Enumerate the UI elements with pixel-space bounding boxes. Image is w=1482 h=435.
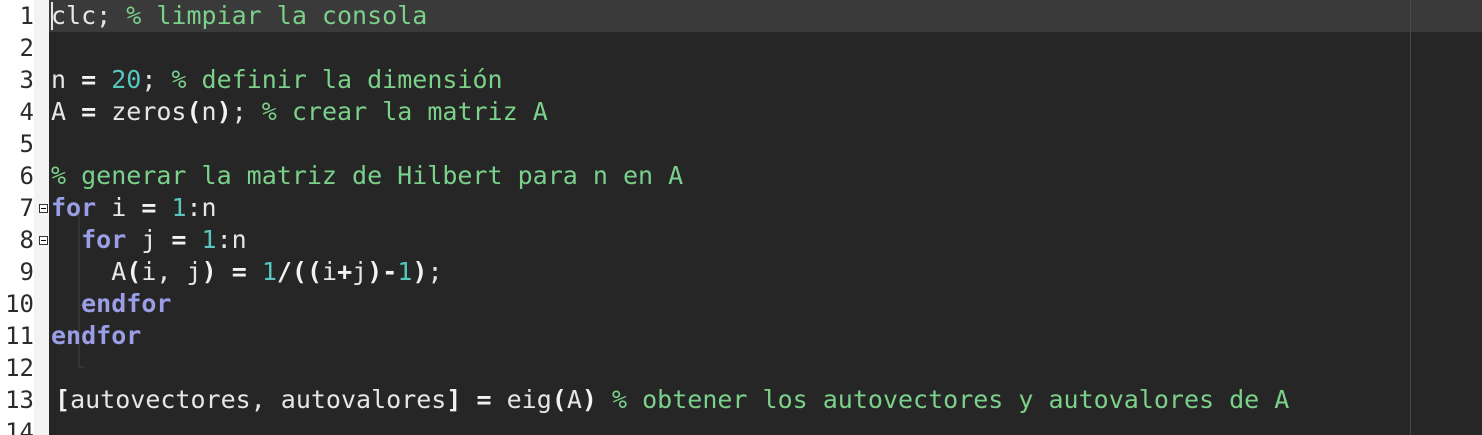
line-number: 10 — [5, 290, 34, 318]
keyword: for — [51, 193, 97, 222]
number-literal: 1 — [171, 193, 187, 222]
code-line-3[interactable]: n = 20; % definir la dimensión — [51, 64, 503, 96]
comment: % obtener los autovectores y autovalores… — [612, 385, 1290, 414]
number-literal: 1 — [261, 257, 277, 286]
operator: + — [337, 257, 353, 286]
fold-margin — [34, 0, 84, 435]
code-line-6[interactable]: % generar la matriz de Hilbert para n en… — [51, 160, 683, 192]
keyword: for — [81, 225, 127, 254]
line-number: 11 — [5, 322, 34, 350]
operator: = — [231, 257, 247, 286]
code-line-4[interactable]: A = zeros(n); % crear la matriz A — [51, 96, 548, 128]
line-number: 2 — [19, 34, 34, 62]
line-number: 14 — [5, 418, 34, 435]
line-number: 5 — [19, 130, 34, 158]
code-editor[interactable]: 1 2 3 4 5 6 7 8 9 10 11 12 13 14 clc; % … — [0, 0, 1482, 435]
line-number: 13 — [5, 386, 34, 414]
operator: [ — [55, 385, 71, 414]
number-literal: 20 — [111, 65, 142, 94]
line-number: 6 — [19, 162, 34, 190]
number-literal: 1 — [397, 257, 413, 286]
line-number: 1 — [19, 2, 34, 30]
code-line-10[interactable]: endfor — [51, 288, 171, 320]
code-line-8[interactable]: for j = 1:n — [51, 224, 247, 256]
operator: ) — [216, 97, 232, 126]
code-line-11[interactable]: endfor — [51, 320, 141, 352]
comment: % crear la matriz A — [261, 97, 548, 126]
operator: /(( — [276, 257, 323, 286]
fold-collapse-icon[interactable] — [39, 236, 48, 245]
text-cursor — [51, 2, 53, 30]
operator: ) — [201, 257, 217, 286]
operator: ) — [412, 257, 428, 286]
operator: ( — [551, 385, 567, 414]
operator: ( — [186, 97, 202, 126]
keyword: endfor — [81, 289, 172, 318]
number-literal: 1 — [201, 225, 217, 254]
operator: = — [171, 225, 187, 254]
comment: % limpiar la consola — [126, 1, 428, 30]
operator: = — [81, 65, 97, 94]
operator: ) — [581, 385, 597, 414]
operator: ] — [446, 385, 462, 414]
code-line-13[interactable]: [autovectores, autovalores] = eig(A) % o… — [55, 384, 1289, 416]
line-number: 3 — [19, 66, 34, 94]
line-number: 12 — [5, 354, 34, 382]
line-number: 9 — [19, 258, 34, 286]
keyword: endfor — [51, 321, 142, 350]
edge-column-marker — [1410, 0, 1411, 435]
operator: = — [141, 193, 157, 222]
operator: = — [81, 97, 97, 126]
operator: )- — [367, 257, 398, 286]
operator: = — [476, 385, 492, 414]
code-line-9[interactable]: A(i, j) = 1/((i+j)-1); — [51, 256, 442, 288]
fold-end-marker — [78, 366, 84, 368]
comment: % definir la dimensión — [171, 65, 503, 94]
comment: % generar la matriz de Hilbert para n en… — [51, 161, 684, 190]
operator: ( — [126, 257, 142, 286]
code-line-1[interactable]: clc; % limpiar la consola — [51, 0, 427, 32]
line-number: 4 — [19, 98, 34, 126]
fold-collapse-icon[interactable] — [39, 204, 48, 213]
line-number-gutter: 1 2 3 4 5 6 7 8 9 10 11 12 13 14 — [0, 0, 34, 435]
code-line-7[interactable]: for i = 1:n — [51, 192, 217, 224]
line-number: 8 — [19, 226, 34, 254]
line-number: 7 — [19, 194, 34, 222]
